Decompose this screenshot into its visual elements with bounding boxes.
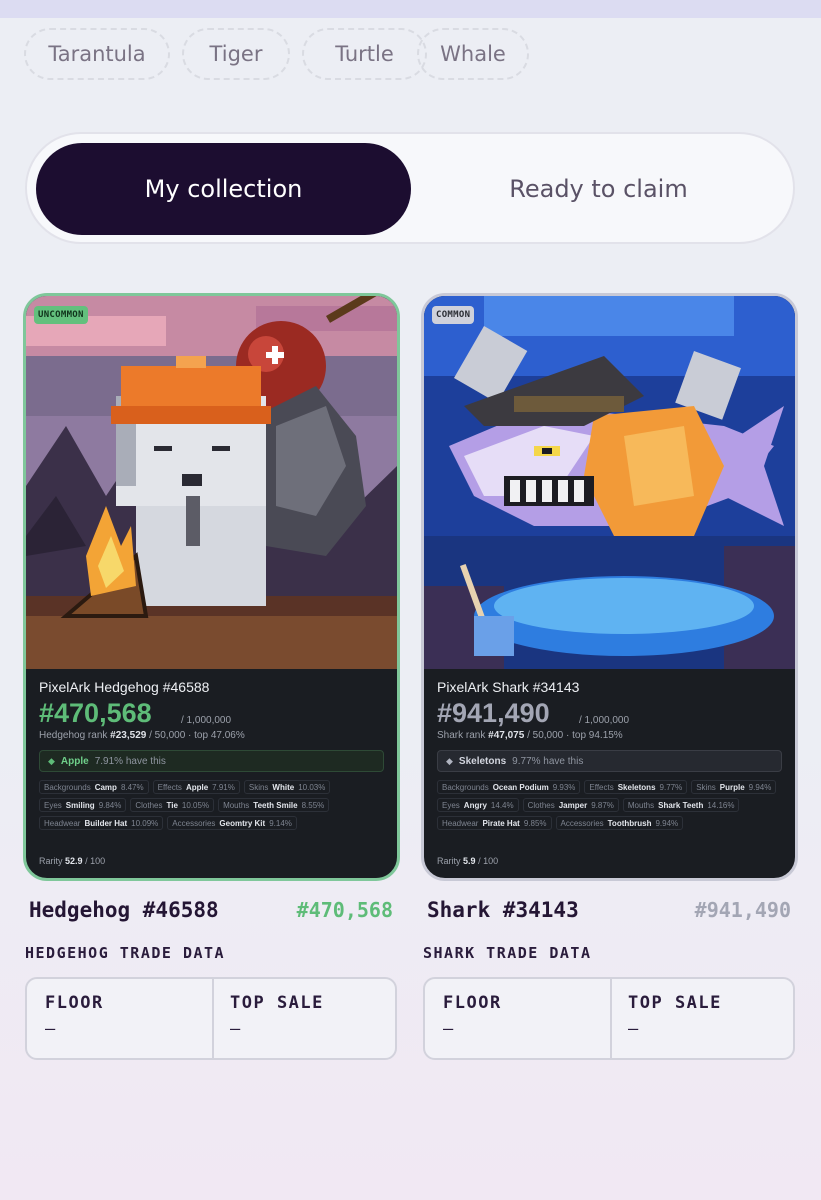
species-rank-rest: / 50,000 · top 94.15% [527,730,623,741]
filter-chip-tiger[interactable]: Tiger [182,28,290,80]
floor-value: — [443,1019,454,1039]
rarity-tag: COMMON [432,306,475,324]
floor-stat: FLOOR — [45,993,104,1039]
top-bar [0,0,821,18]
floor-label: FLOOR [45,993,104,1013]
nft-rank-hedgehog: #470,568 [296,898,393,922]
divider [610,979,612,1058]
nft-title: PixelArk Hedgehog #46588 [39,679,210,695]
floor-label: FLOOR [443,993,502,1013]
tab-my-collection[interactable]: My collection [36,143,411,235]
trait-chip: Accessories Geomtry Kit 9.14% [167,816,297,830]
trait-chip: Clothes Tie 10.05% [130,798,215,812]
top-sale-label: TOP SALE [628,993,722,1013]
trait-list: Backgrounds Camp 8.47% Effects Apple 7.91% S… [39,780,384,830]
nft-rank-shark: #941,490 [694,898,791,922]
nft-card-shark[interactable]: COMMON PixelArk Shark #34143 #941,490 / … [421,293,798,881]
floor-stat: FLOOR — [443,993,502,1039]
collection-tabs: My collection Ready to claim [25,132,795,244]
rarity-score-value: 5.9 [463,856,476,866]
top-sale-stat: TOP SALE — [230,993,324,1039]
diamond-icon: ◆ [446,755,453,766]
rarity-score: Rarity 5.9 / 100 [437,856,499,866]
species-rank-label: Hedgehog rank [39,730,108,741]
shark-artwork [424,296,795,669]
top-sale-stat: TOP SALE — [628,993,722,1039]
top-sale-value: — [628,1019,639,1039]
trade-data-heading-shark: SHARK TRADE DATA [423,944,592,962]
trade-data-hedgehog: FLOOR — TOP SALE — [25,977,397,1060]
trait-chip: Mouths Teeth Smile 8.55% [218,798,330,812]
overall-rank-value: #470,568 [39,698,152,728]
species-rank-value: #47,075 [488,730,525,741]
filter-chip-tarantula[interactable]: Tarantula [24,28,170,80]
floor-value: — [45,1019,56,1039]
trait-chip: Effects Skeletons 9.77% [584,780,688,794]
trade-data-heading-hedgehog: HEDGEHOG TRADE DATA [25,944,226,962]
overall-rank-total: / 1,000,000 [579,715,630,726]
overall-rank: #941,490 / 1,000,000 [437,698,782,730]
trait-list: Backgrounds Ocean Podium 9.93% Effects Skel… [437,780,782,830]
filter-chip-whale[interactable]: Whale [417,28,529,80]
trait-chip: Headwear Builder Hat 10.09% [39,816,164,830]
hedgehog-artwork [26,296,397,669]
nft-info-panel: PixelArk Shark #34143 #941,490 / 1,000,0… [424,669,795,878]
overall-rank-value: #941,490 [437,698,550,728]
rarity-tag: UNCOMMON [34,306,88,324]
top-sale-label: TOP SALE [230,993,324,1013]
tab-ready-to-claim[interactable]: Ready to claim [411,143,786,235]
top-sale-value: — [230,1019,241,1039]
species-rank-rest: / 50,000 · top 47.06% [149,730,245,741]
highlight-trait-name: Skeletons [458,755,507,767]
nft-name-hedgehog[interactable]: Hedgehog #46588 [29,898,219,922]
overall-rank: #470,568 / 1,000,000 [39,698,384,730]
diamond-icon: ◆ [48,755,55,766]
trait-chip: Backgrounds Camp 8.47% [39,780,149,794]
filter-chip-turtle[interactable]: Turtle [302,28,427,80]
overall-rank-total: / 1,000,000 [181,715,232,726]
species-rank: Hedgehog rank #23,529 / 50,000 · top 47.… [39,730,384,744]
trait-chip: Accessories Toothbrush 9.94% [555,816,684,830]
trait-chip: Clothes Jamper 9.87% [522,798,619,812]
trait-chip: Headwear Pirate Hat 9.85% [437,816,552,830]
rarity-score: Rarity 52.9 / 100 [39,856,106,866]
trait-chip: Effects Apple 7.91% [152,780,240,794]
highlight-trait: ◆ Apple 7.91% have this [39,750,384,772]
trade-data-shark: FLOOR — TOP SALE — [423,977,795,1060]
highlight-trait-percent: 9.77% have this [512,755,584,767]
nft-card-hedgehog[interactable]: UNCOMMON PixelArk Hedgehog #46588 #470,5… [23,293,400,881]
species-rank-value: #23,529 [110,730,147,741]
nft-info-panel: PixelArk Hedgehog #46588 #470,568 / 1,00… [26,669,397,878]
species-rank: Shark rank #47,075 / 50,000 · top 94.15% [437,730,782,744]
highlight-trait-percent: 7.91% have this [94,755,166,767]
trait-chip: Backgrounds Ocean Podium 9.93% [437,780,581,794]
trait-chip: Skins White 10.03% [243,780,331,794]
trait-chip: Skins Purple 9.94% [691,780,777,794]
nft-title: PixelArk Shark #34143 [437,679,580,695]
trait-chip: Eyes Smiling 9.84% [39,798,127,812]
divider [212,979,214,1058]
nft-name-shark[interactable]: Shark #34143 [427,898,579,922]
highlight-trait: ◆ Skeletons 9.77% have this [437,750,782,772]
trait-chip: Eyes Angry 14.4% [437,798,519,812]
species-rank-label: Shark rank [437,730,486,741]
rarity-score-value: 52.9 [65,856,83,866]
trait-chip: Mouths Shark Teeth 14.16% [622,798,740,812]
highlight-trait-name: Apple [60,755,89,767]
